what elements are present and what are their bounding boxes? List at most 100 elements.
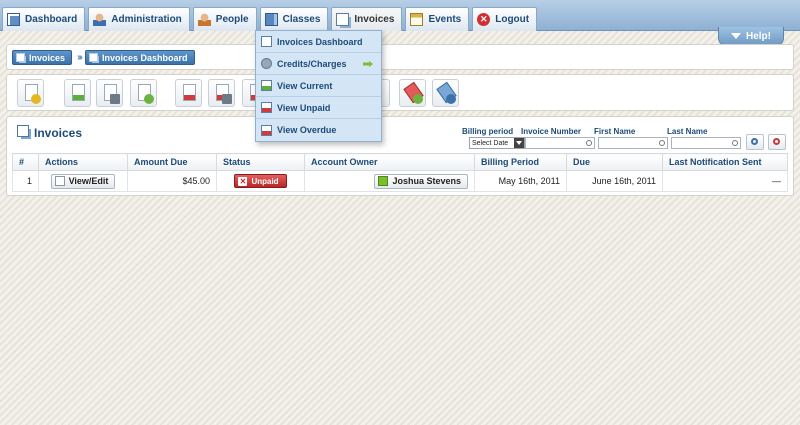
menu-item-invoices-dashboard[interactable]: Invoices Dashboard bbox=[256, 31, 381, 53]
column-header[interactable]: Status bbox=[216, 153, 305, 171]
search-icon bbox=[659, 140, 665, 146]
first-name-label: First Name bbox=[594, 127, 636, 136]
last-notification-cell: — bbox=[662, 170, 788, 192]
print-invoices-button[interactable] bbox=[96, 79, 123, 107]
last-name-input[interactable] bbox=[671, 137, 741, 149]
tab-people[interactable]: People bbox=[192, 7, 257, 31]
column-header[interactable]: Last Notification Sent bbox=[662, 153, 788, 171]
breadcrumb-label: Invoices bbox=[29, 52, 66, 63]
new-invoice-button[interactable] bbox=[17, 79, 44, 107]
status-cell: ✕ Unpaid bbox=[216, 170, 305, 192]
breadcrumb-invoices-dashboard[interactable]: Invoices Dashboard bbox=[85, 50, 195, 65]
menu-item-label: View Unpaid bbox=[277, 102, 331, 113]
tab-label: Events bbox=[428, 14, 462, 25]
current-invoices-button[interactable] bbox=[64, 79, 91, 107]
menu-item-credits-charges[interactable]: Credits/Charges bbox=[256, 53, 381, 75]
view-edit-label: View/Edit bbox=[68, 176, 109, 186]
tab-label: Administration bbox=[111, 14, 182, 25]
page-title: Invoices bbox=[34, 126, 83, 140]
add-charge-button[interactable] bbox=[399, 79, 426, 107]
column-header[interactable]: Account Owner bbox=[304, 153, 475, 171]
arrow-right-icon bbox=[363, 61, 373, 67]
invoice-icon bbox=[16, 53, 25, 62]
invoice-red-icon bbox=[261, 102, 272, 113]
owner-name: Joshua Stevens bbox=[392, 176, 461, 186]
account-owner-button[interactable]: Joshua Stevens bbox=[374, 173, 468, 189]
tab-dashboard[interactable]: Dashboard bbox=[2, 7, 86, 31]
owner-cell: Joshua Stevens bbox=[304, 170, 475, 192]
tab-label: Logout bbox=[495, 14, 530, 25]
last-name-label: Last Name bbox=[667, 127, 708, 136]
due-cell: June 16th, 2011 bbox=[566, 170, 663, 192]
invoices-table: # Actions Amount Due Status Account Owne… bbox=[12, 153, 788, 192]
menu-item-view-unpaid[interactable]: View Unpaid bbox=[256, 97, 381, 119]
tab-invoices[interactable]: Invoices bbox=[331, 7, 403, 31]
billing-period-label: Billing period bbox=[462, 127, 514, 136]
invoice-number-label: Invoice Number bbox=[521, 127, 582, 136]
column-header[interactable]: Actions bbox=[38, 153, 128, 171]
menu-item-label: Credits/Charges bbox=[277, 58, 347, 69]
invoice-dashboard-icon bbox=[89, 53, 98, 62]
tab-classes[interactable]: Classes bbox=[259, 7, 329, 31]
amount-due: $45.00 bbox=[127, 170, 217, 192]
tag-icon bbox=[261, 58, 272, 69]
tab-administration[interactable]: Administration bbox=[88, 7, 190, 31]
tab-label: People bbox=[215, 14, 249, 25]
breadcrumb-separator-icon: ››› bbox=[77, 52, 83, 63]
breadcrumb-invoices[interactable]: Invoices bbox=[12, 50, 73, 65]
menu-item-view-current[interactable]: View Current bbox=[256, 75, 381, 97]
export-invoices-button[interactable] bbox=[130, 79, 157, 107]
search-icon bbox=[586, 140, 592, 146]
invoices-icon bbox=[17, 125, 29, 137]
events-icon bbox=[410, 13, 424, 26]
invoice-dashboard-icon bbox=[261, 36, 272, 47]
unpaid-invoices-button[interactable] bbox=[175, 79, 202, 107]
edit-icon bbox=[54, 176, 65, 186]
tab-events[interactable]: Events bbox=[405, 7, 470, 31]
table-header-row: # Actions Amount Due Status Account Owne… bbox=[12, 153, 788, 171]
administration-icon bbox=[93, 13, 107, 26]
tab-logout[interactable]: ✕ Logout bbox=[472, 7, 538, 31]
menu-item-view-overdue[interactable]: View Overdue bbox=[256, 119, 381, 141]
invoices-dropdown-menu: Invoices Dashboard Credits/Charges View … bbox=[255, 30, 382, 142]
invoices-icon bbox=[336, 13, 350, 26]
invoice-number-input[interactable] bbox=[525, 137, 595, 149]
menu-item-label: Invoices Dashboard bbox=[277, 36, 363, 47]
chevron-down-icon[interactable] bbox=[514, 138, 524, 148]
search-button[interactable] bbox=[746, 134, 764, 150]
top-nav-bar: Dashboard Administration People Classes … bbox=[0, 0, 800, 31]
first-name-input[interactable] bbox=[598, 137, 668, 149]
billing-period-cell: May 16th, 2011 bbox=[474, 170, 567, 192]
nav-tabs: Dashboard Administration People Classes … bbox=[2, 7, 540, 31]
logout-icon: ✕ bbox=[477, 13, 491, 26]
row-number: 1 bbox=[12, 170, 39, 192]
tab-label: Dashboard bbox=[25, 14, 78, 25]
chevron-down-icon bbox=[731, 33, 741, 39]
column-header[interactable]: Amount Due bbox=[127, 153, 217, 171]
actions-cell: View/Edit bbox=[38, 170, 128, 192]
print-unpaid-button[interactable] bbox=[208, 79, 235, 107]
dashboard-icon bbox=[7, 13, 20, 26]
status-label: Unpaid bbox=[251, 176, 279, 186]
invoice-overdue-icon bbox=[261, 124, 272, 136]
add-credit-button[interactable] bbox=[432, 79, 459, 107]
menu-item-label: View Current bbox=[277, 80, 333, 91]
column-header[interactable]: Billing Period bbox=[474, 153, 567, 171]
clear-search-button[interactable] bbox=[768, 134, 786, 150]
column-header[interactable]: # bbox=[12, 153, 39, 171]
tab-label: Invoices bbox=[354, 14, 395, 25]
search-icon bbox=[751, 138, 758, 145]
billing-period-select[interactable]: Select Date bbox=[469, 137, 525, 149]
breadcrumb: Invoices ››› Invoices Dashboard bbox=[6, 44, 794, 70]
invoice-green-icon bbox=[261, 80, 272, 91]
tab-label: Classes bbox=[282, 14, 321, 25]
billing-period-value: Select Date bbox=[472, 139, 509, 147]
column-header[interactable]: Due bbox=[566, 153, 663, 171]
status-badge[interactable]: ✕ Unpaid bbox=[234, 174, 287, 188]
menu-item-label: View Overdue bbox=[277, 125, 337, 135]
people-icon bbox=[197, 13, 211, 26]
breadcrumb-label: Invoices Dashboard bbox=[102, 52, 188, 63]
invoices-panel: Invoices Billing period Select Date Invo… bbox=[6, 116, 794, 196]
search-icon bbox=[732, 140, 738, 146]
view-edit-button[interactable]: View/Edit bbox=[50, 173, 116, 189]
